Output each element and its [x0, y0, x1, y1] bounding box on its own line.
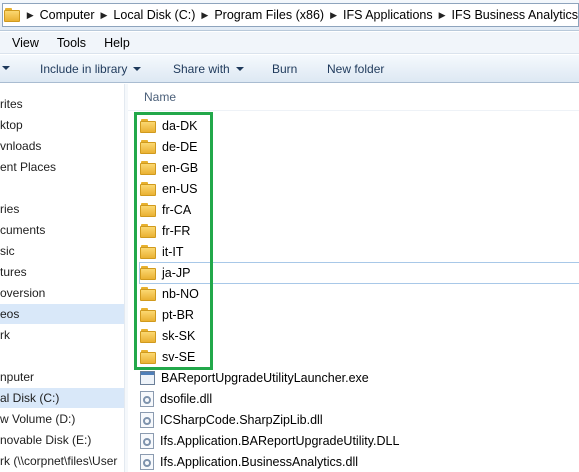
folder-icon [140, 140, 156, 154]
folder-row[interactable]: it-IT [140, 242, 184, 262]
folder-row[interactable]: fr-CA [140, 200, 191, 220]
folder-row[interactable]: nb-NO [140, 284, 199, 304]
breadcrumb-ifs-applications[interactable]: IFS Applications [343, 8, 433, 22]
folder-row[interactable]: pt-BR [140, 305, 194, 325]
column-header-name[interactable]: Name [144, 90, 176, 104]
folder-icon [140, 350, 156, 364]
folder-icon [140, 161, 156, 175]
new-folder-button[interactable]: New folder [327, 62, 384, 76]
nav-new-volume[interactable]: w Volume (D:) [0, 409, 124, 429]
folder-name: nb-NO [162, 287, 199, 301]
menu-view[interactable]: View [0, 36, 39, 50]
menu-help[interactable]: Help [88, 36, 130, 50]
chevron-right-icon[interactable]: ▶ [433, 10, 452, 21]
folder-name: da-DK [162, 119, 198, 133]
nav-music[interactable]: sic [0, 241, 124, 261]
nav-work[interactable]: rk [0, 325, 124, 345]
folder-row[interactable]: en-US [140, 179, 197, 199]
folder-row[interactable]: en-GB [140, 158, 198, 178]
file-row[interactable]: BAReportUpgradeUtilityLauncher.exe [140, 368, 369, 388]
folder-icon [140, 245, 156, 259]
column-divider [128, 110, 579, 111]
nav-network-share[interactable]: rk (\\corpnet\files\User [0, 451, 124, 471]
application-icon [140, 371, 155, 385]
include-in-library-button[interactable]: Include in library [40, 62, 142, 76]
folder-icon [3, 4, 21, 26]
menu-bar: View Tools Help [0, 32, 579, 54]
folder-icon [140, 308, 156, 322]
folder-row[interactable]: da-DK [140, 116, 197, 136]
file-name: Ifs.Application.BAReportUpgradeUtility.D… [160, 434, 400, 448]
folder-icon [140, 224, 156, 238]
folder-name: ja-JP [162, 266, 191, 280]
nav-pictures[interactable]: tures [0, 262, 124, 282]
file-name: BAReportUpgradeUtilityLauncher.exe [161, 371, 369, 385]
chevron-right-icon[interactable]: ▶ [324, 10, 343, 21]
chevron-right-icon[interactable]: ▶ [195, 10, 214, 21]
file-name: ICSharpCode.SharpZipLib.dll [160, 413, 323, 427]
breadcrumb-local-disk[interactable]: Local Disk (C:) [113, 8, 195, 22]
folder-row[interactable]: de-DE [140, 137, 197, 157]
menu-tools[interactable]: Tools [41, 36, 86, 50]
folder-name: fr-CA [162, 203, 192, 217]
nav-documents[interactable]: cuments [0, 220, 124, 240]
nav-local-disk[interactable]: al Disk (C:) [0, 388, 124, 408]
nav-subversion[interactable]: oversion [0, 283, 124, 303]
folder-name: fr-FR [162, 224, 191, 238]
folder-row[interactable]: sv-SE [140, 347, 195, 367]
nav-downloads[interactable]: vnloads [0, 136, 124, 156]
folder-icon [140, 119, 156, 133]
file-row[interactable]: ICSharpCode.SharpZipLib.dll [140, 410, 323, 430]
file-name: Ifs.Application.BusinessAnalytics.dll [160, 455, 359, 469]
navigation-pane: rites ktop vnloads ent Places ries cumen… [0, 84, 124, 472]
nav-libraries[interactable]: ries [0, 199, 124, 219]
file-row[interactable]: Ifs.Application.BusinessAnalytics.dll [140, 452, 358, 472]
folder-icon [140, 203, 156, 217]
file-name: dsofile.dll [160, 392, 213, 406]
folder-name: sv-SE [162, 350, 196, 364]
folder-name: en-GB [162, 161, 199, 175]
command-bar: Include in library Share with Burn New f… [0, 55, 579, 83]
chevron-right-icon[interactable]: ▶ [95, 10, 114, 21]
organize-caret-icon[interactable] [2, 61, 10, 75]
address-box[interactable]: ▶ Computer ▶ Local Disk (C:) ▶ Program F… [2, 3, 579, 27]
file-list: Name da-DK de-DE en-GB en-US fr-CA fr-FR… [128, 84, 579, 472]
breadcrumb-program-files[interactable]: Program Files (x86) [214, 8, 324, 22]
breadcrumb-ifs-business-analytics[interactable]: IFS Business Analytics [452, 8, 578, 22]
folder-icon [140, 182, 156, 196]
folder-name: it-IT [162, 245, 184, 259]
file-row[interactable]: Ifs.Application.BAReportUpgradeUtility.D… [140, 431, 399, 451]
nav-removable-disk[interactable]: novable Disk (E:) [0, 430, 124, 450]
dll-file-icon [140, 454, 154, 470]
dll-file-icon [140, 391, 154, 407]
address-bar: ▶ Computer ▶ Local Disk (C:) ▶ Program F… [0, 0, 579, 31]
folder-name: sk-SK [162, 329, 196, 343]
folder-row-focused[interactable]: ja-JP [139, 262, 579, 284]
nav-desktop[interactable]: ktop [0, 115, 124, 135]
file-row[interactable]: dsofile.dll [140, 389, 212, 409]
folder-icon [140, 287, 156, 301]
chevron-right-icon[interactable]: ▶ [21, 10, 40, 21]
folder-name: pt-BR [162, 308, 194, 322]
folder-name: en-US [162, 182, 198, 196]
dll-file-icon [140, 433, 154, 449]
folder-icon [140, 266, 156, 280]
folder-row[interactable]: sk-SK [140, 326, 195, 346]
folder-row[interactable]: fr-FR [140, 221, 190, 241]
burn-button[interactable]: Burn [272, 62, 297, 76]
folder-icon [140, 329, 156, 343]
folder-name: de-DE [162, 140, 198, 154]
nav-computer[interactable]: nputer [0, 367, 124, 387]
nav-recent-places[interactable]: ent Places [0, 157, 124, 177]
nav-videos[interactable]: eos [0, 304, 124, 324]
share-with-button[interactable]: Share with [173, 62, 244, 76]
breadcrumb-computer[interactable]: Computer [40, 8, 95, 22]
nav-favorites[interactable]: rites [0, 94, 124, 114]
dll-file-icon [140, 412, 154, 428]
